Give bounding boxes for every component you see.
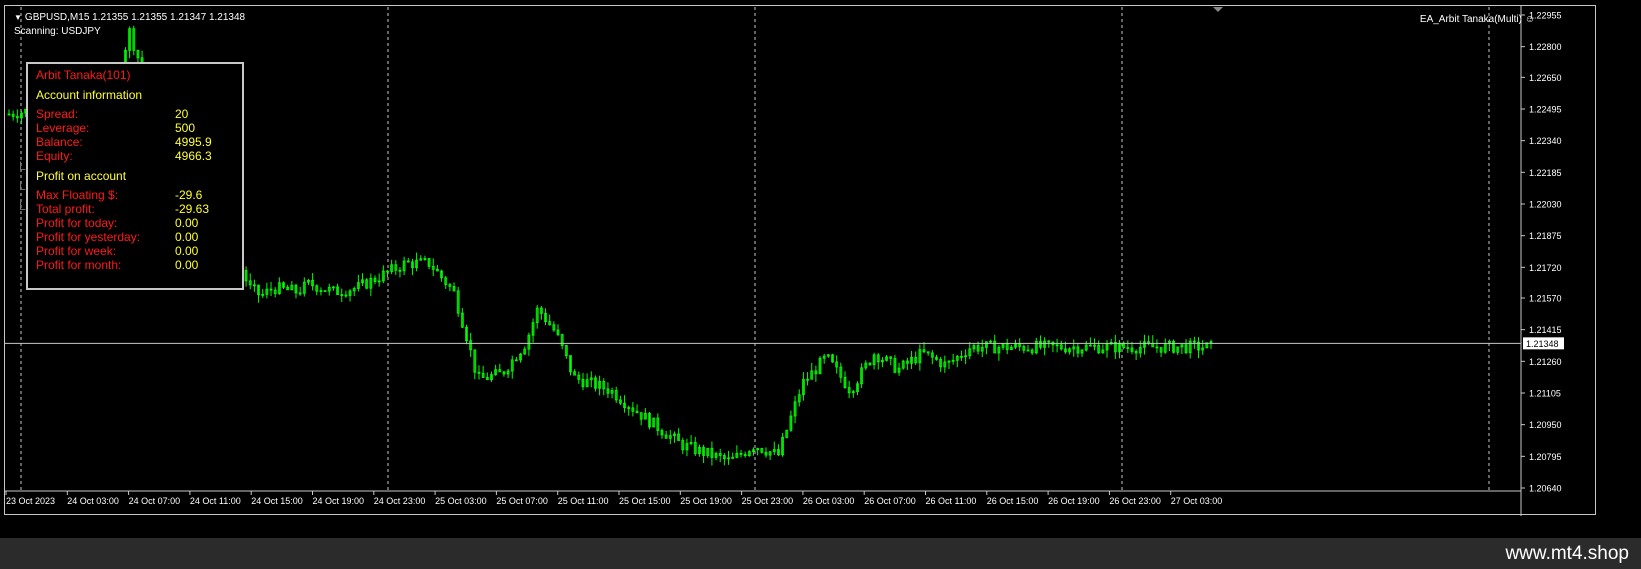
leverage-label: Leverage: (36, 121, 90, 135)
price-tick-label: 1.22030 (1529, 199, 1562, 209)
time-tick-label: 26 Oct 15:00 (987, 496, 1039, 506)
price-tick-label: 1.21260 (1529, 357, 1562, 367)
current-price-label: 1.21348 (1526, 339, 1559, 349)
account-heading: Account information (36, 88, 143, 102)
time-tick-label: 24 Oct 03:00 (67, 496, 119, 506)
chart-window[interactable]: 1.22955 1.22800 1.22650 1.22495 1.22340 1.221… (4, 5, 1596, 516)
ea-name-text: EA_Arbit Tanaka(Multi) (1419, 14, 1522, 25)
price-tick-label: 1.22340 (1529, 136, 1562, 146)
leverage-value: 500 (175, 121, 196, 135)
time-tick-label: 26 Oct 07:00 (864, 496, 916, 506)
triangle-down-icon[interactable]: ▼ (14, 13, 22, 22)
time-tick-label: 24 Oct 07:00 (129, 496, 181, 506)
time-tick-label: 23 Oct 2023 (6, 496, 55, 506)
smiley-icon[interactable]: ☺ (1525, 14, 1535, 25)
time-tick-label: 25 Oct 03:00 (435, 496, 487, 506)
max-floating-value: -29.6 (175, 188, 203, 202)
time-tick-label: 27 Oct 03:00 (1171, 496, 1223, 506)
account-info-panel: Arbit Tanaka(101) Account information Sp… (26, 62, 244, 290)
time-tick-label: 24 Oct 23:00 (374, 496, 426, 506)
equity-value: 4966.3 (175, 149, 212, 163)
price-tick-label: 1.21720 (1529, 263, 1562, 273)
chart-shift-marker (1213, 7, 1223, 12)
price-tick-label: 1.21105 (1529, 388, 1561, 398)
price-tick-label: 1.22495 (1529, 104, 1562, 114)
spread-label: Spread: (36, 107, 79, 121)
time-tick-label: 25 Oct 15:00 (619, 496, 671, 506)
price-tick-label: 1.20950 (1529, 420, 1562, 430)
partial-glyph: L (19, 159, 26, 173)
price-tick-label: 1.20795 (1529, 452, 1562, 462)
profit-today-label: Profit for today: (36, 216, 118, 230)
balance-value: 4995.9 (175, 135, 212, 149)
total-profit-value: -29.63 (175, 202, 210, 216)
profit-today-value: 0.00 (175, 216, 199, 230)
profit-yesterday-value: 0.00 (175, 230, 199, 244)
time-tick-label: 25 Oct 11:00 (558, 496, 609, 506)
time-tick-label: 26 Oct 23:00 (1109, 496, 1161, 506)
price-tick-label: 1.22185 (1529, 168, 1562, 178)
profit-week-label: Profit for week: (36, 244, 117, 258)
price-tick-label: 1.21415 (1529, 325, 1562, 335)
time-tick-label: 25 Oct 19:00 (680, 496, 732, 506)
price-tick-label: 1.21570 (1529, 293, 1562, 303)
spread-value: 20 (175, 107, 189, 121)
equity-label: Equity: (36, 149, 73, 163)
price-tick-label: 1.21875 (1529, 231, 1562, 241)
time-tick-label: 26 Oct 19:00 (1048, 496, 1100, 506)
time-tick-label: 25 Oct 07:00 (496, 496, 548, 506)
footer-bar: www.mt4.shop (0, 538, 1641, 569)
symbol-info: ▼ GBPUSD,M15 1.21355 1.21355 1.21347 1.21… (14, 12, 245, 23)
max-floating-label: Max Floating $: (36, 188, 119, 202)
profit-month-value: 0.00 (175, 258, 199, 272)
profit-month-label: Profit for month: (36, 258, 122, 272)
symbol-info-text: GBPUSD,M15 1.21355 1.21355 1.21347 1.213… (24, 12, 246, 23)
time-tick-label: 24 Oct 11:00 (190, 496, 241, 506)
price-tick-label: 1.20640 (1529, 484, 1562, 494)
time-tick-label: 26 Oct 11:00 (926, 496, 977, 506)
price-tick-label: 1.22650 (1529, 73, 1562, 83)
time-tick-label: 24 Oct 19:00 (313, 496, 365, 506)
ea-name-label: EA_Arbit Tanaka(Multi) ☺ (1420, 14, 1535, 25)
balance-label: Balance: (36, 135, 83, 149)
profit-heading: Profit on account (36, 169, 127, 183)
time-tick-label: 24 Oct 15:00 (251, 496, 303, 506)
profit-yesterday-label: Profit for yesterday: (36, 230, 141, 244)
time-tick-label: 25 Oct 23:00 (742, 496, 794, 506)
profit-week-value: 0.00 (175, 244, 199, 258)
partial-glyph: L (19, 199, 26, 213)
partial-glyph: L (19, 179, 26, 193)
watermark: www.mt4.shop (1505, 543, 1629, 564)
total-profit-label: Total profit: (36, 202, 95, 216)
panel-title: Arbit Tanaka(101) (36, 68, 131, 82)
scanning-status: Scanning: USDJPY (14, 26, 101, 37)
time-tick-label: 26 Oct 03:00 (803, 496, 855, 506)
price-tick-label: 1.22800 (1529, 42, 1562, 52)
